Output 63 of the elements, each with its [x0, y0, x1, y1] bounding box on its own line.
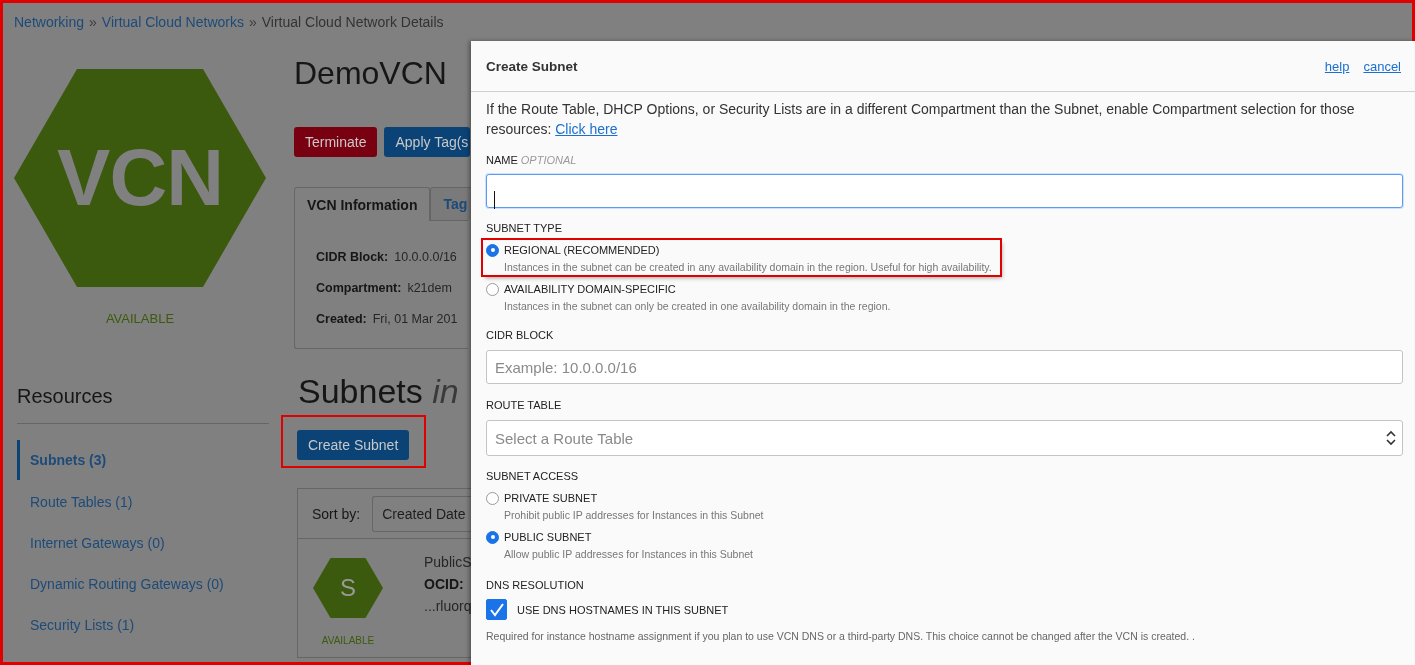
breadcrumb-separator: » — [248, 14, 257, 30]
option-description: Allow public IP addresses for Instances in this Subnet — [504, 548, 754, 560]
terminate-button[interactable]: Terminate — [294, 127, 378, 157]
breadcrumb-link[interactable]: Networking — [14, 14, 85, 30]
breadcrumb-current: Virtual Cloud Network Details — [261, 14, 444, 30]
detail-value: k21dem — [407, 280, 452, 295]
detail-value: Fri, 01 Mar 201 — [372, 311, 458, 326]
radio-button[interactable] — [486, 243, 499, 257]
page-title: DemoVCN — [294, 54, 448, 92]
checkbox-label[interactable]: USE DNS HOSTNAMES IN THIS SUBNET — [517, 603, 729, 616]
tab[interactable]: VCN Information — [294, 187, 431, 221]
text-field[interactable]: Example: 10.0.0.0/16 — [486, 350, 1403, 384]
section-heading: Resources — [17, 385, 114, 409]
sidebar-item[interactable]: Internet Gateways (0) — [17, 522, 269, 563]
text-field[interactable] — [486, 174, 1403, 208]
status-text: AVAILABLE — [321, 635, 375, 646]
option-description: Instances in the subnet can only be created in one availability domain in the region. — [504, 300, 891, 312]
radio-label[interactable]: PRIVATE SUBNET — [504, 492, 598, 504]
checkbox[interactable] — [486, 599, 507, 620]
field-label: CIDR BLOCK — [486, 329, 554, 343]
field-label: ROUTE TABLE — [486, 399, 562, 413]
create-subnet-button[interactable]: Create Subnet — [297, 430, 410, 460]
header-link[interactable]: help — [1324, 58, 1350, 74]
detail-label: Compartment: — [316, 280, 402, 295]
ocid-label: OCID: — [424, 576, 465, 592]
breadcrumb-link[interactable]: Virtual Cloud Networks — [101, 14, 244, 30]
radio-label[interactable]: PUBLIC SUBNET — [504, 531, 592, 543]
field-label: DNS RESOLUTION — [486, 579, 584, 593]
subnet-badge: S — [313, 558, 383, 618]
header-link[interactable]: cancel — [1363, 58, 1401, 74]
sidebar-item[interactable]: Dynamic Routing Gateways (0) — [17, 563, 269, 604]
radio-button[interactable] — [486, 530, 499, 544]
radio-button[interactable] — [486, 491, 499, 505]
route-table-select[interactable]: Select a Route Table — [486, 420, 1403, 456]
sidebar-item[interactable]: Security Lists (1) — [17, 604, 269, 645]
sort-label: Sort by: — [312, 505, 361, 522]
vcn-logo: VCN — [14, 69, 266, 287]
click-here-link[interactable]: Click here — [555, 121, 618, 137]
text-cursor — [494, 191, 495, 209]
sidebar-item[interactable]: Route Tables (1) — [17, 481, 269, 522]
detail-value: 10.0.0.0/16 — [394, 249, 457, 264]
help-text: Required for instance hostname assignment if you plan to use VCN DNS or a third-party DNS. This choice cannot be changed after the VCN is created. . — [486, 630, 1196, 642]
breadcrumb-separator: » — [89, 14, 97, 30]
radio-label[interactable]: REGIONAL (RECOMMENDED) — [504, 244, 660, 256]
updown-chevron-icon — [1386, 430, 1396, 446]
dialog-title: Create Subnet — [486, 58, 579, 74]
field-label: SUBNET TYPE — [486, 222, 562, 236]
field-label: SUBNET ACCESS — [486, 470, 579, 484]
subnet-name[interactable]: PublicS — [424, 554, 471, 570]
radio-button[interactable] — [486, 282, 499, 296]
detail-label: CIDR Block: — [316, 249, 389, 264]
detail-label: Created: — [316, 311, 367, 326]
sidebar-item[interactable]: Subnets (3) — [17, 440, 269, 480]
option-description: Instances in the subnet can be created in any availability domain in the region. Useful for high availability. — [504, 261, 992, 273]
apply-tags-button[interactable]: Apply Tag(s — [384, 127, 471, 157]
option-description: Prohibit public IP addresses for Instances in this Subnet — [504, 509, 764, 521]
intro-text: If the Route Table, DHCP Options, or Security Lists are in a different Compartment than the Subnet, enable Compartment selection for those resources: Click here — [486, 100, 1356, 139]
field-label: NAME — [486, 154, 518, 168]
ocid-value: ...rluorq — [424, 598, 471, 614]
optional-hint: OPTIONAL — [520, 154, 577, 168]
section-heading: Subnets in — [298, 371, 460, 411]
status-text: AVAILABLE — [104, 311, 176, 326]
radio-label[interactable]: AVAILABILITY DOMAIN-SPECIFIC — [504, 283, 676, 295]
